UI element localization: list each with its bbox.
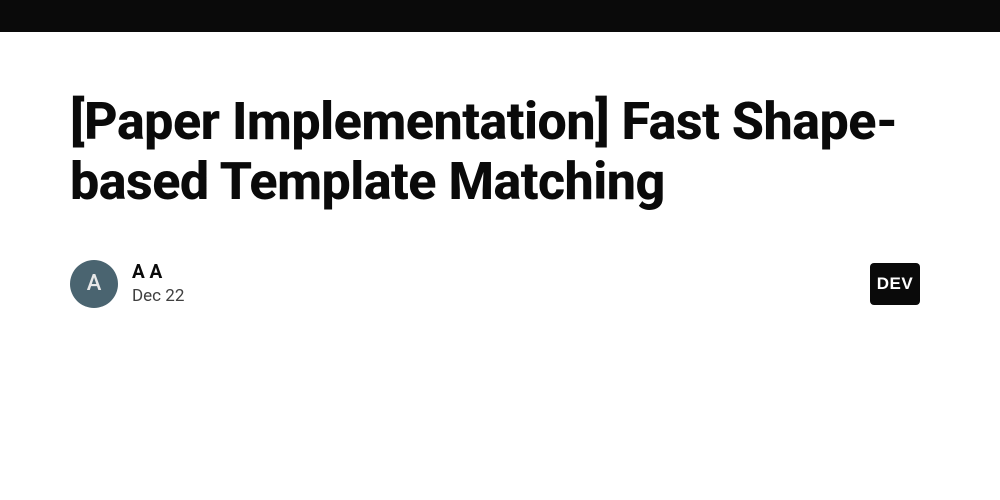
author-meta: A A Dec 22 bbox=[132, 260, 184, 307]
author-block[interactable]: A A A Dec 22 bbox=[70, 260, 184, 308]
dev-logo-icon[interactable]: DEV bbox=[870, 263, 920, 305]
top-nav-bar bbox=[0, 0, 1000, 32]
article-footer: A A A Dec 22 DEV bbox=[70, 260, 930, 308]
article-content: [Paper Implementation] Fast Shape-based … bbox=[0, 32, 1000, 308]
dev-logo-text: DEV bbox=[877, 274, 913, 294]
post-date: Dec 22 bbox=[132, 285, 184, 307]
avatar-initial: A bbox=[87, 271, 102, 296]
article-title: [Paper Implementation] Fast Shape-based … bbox=[70, 92, 930, 212]
avatar[interactable]: A bbox=[70, 260, 118, 308]
author-name[interactable]: A A bbox=[132, 260, 184, 285]
